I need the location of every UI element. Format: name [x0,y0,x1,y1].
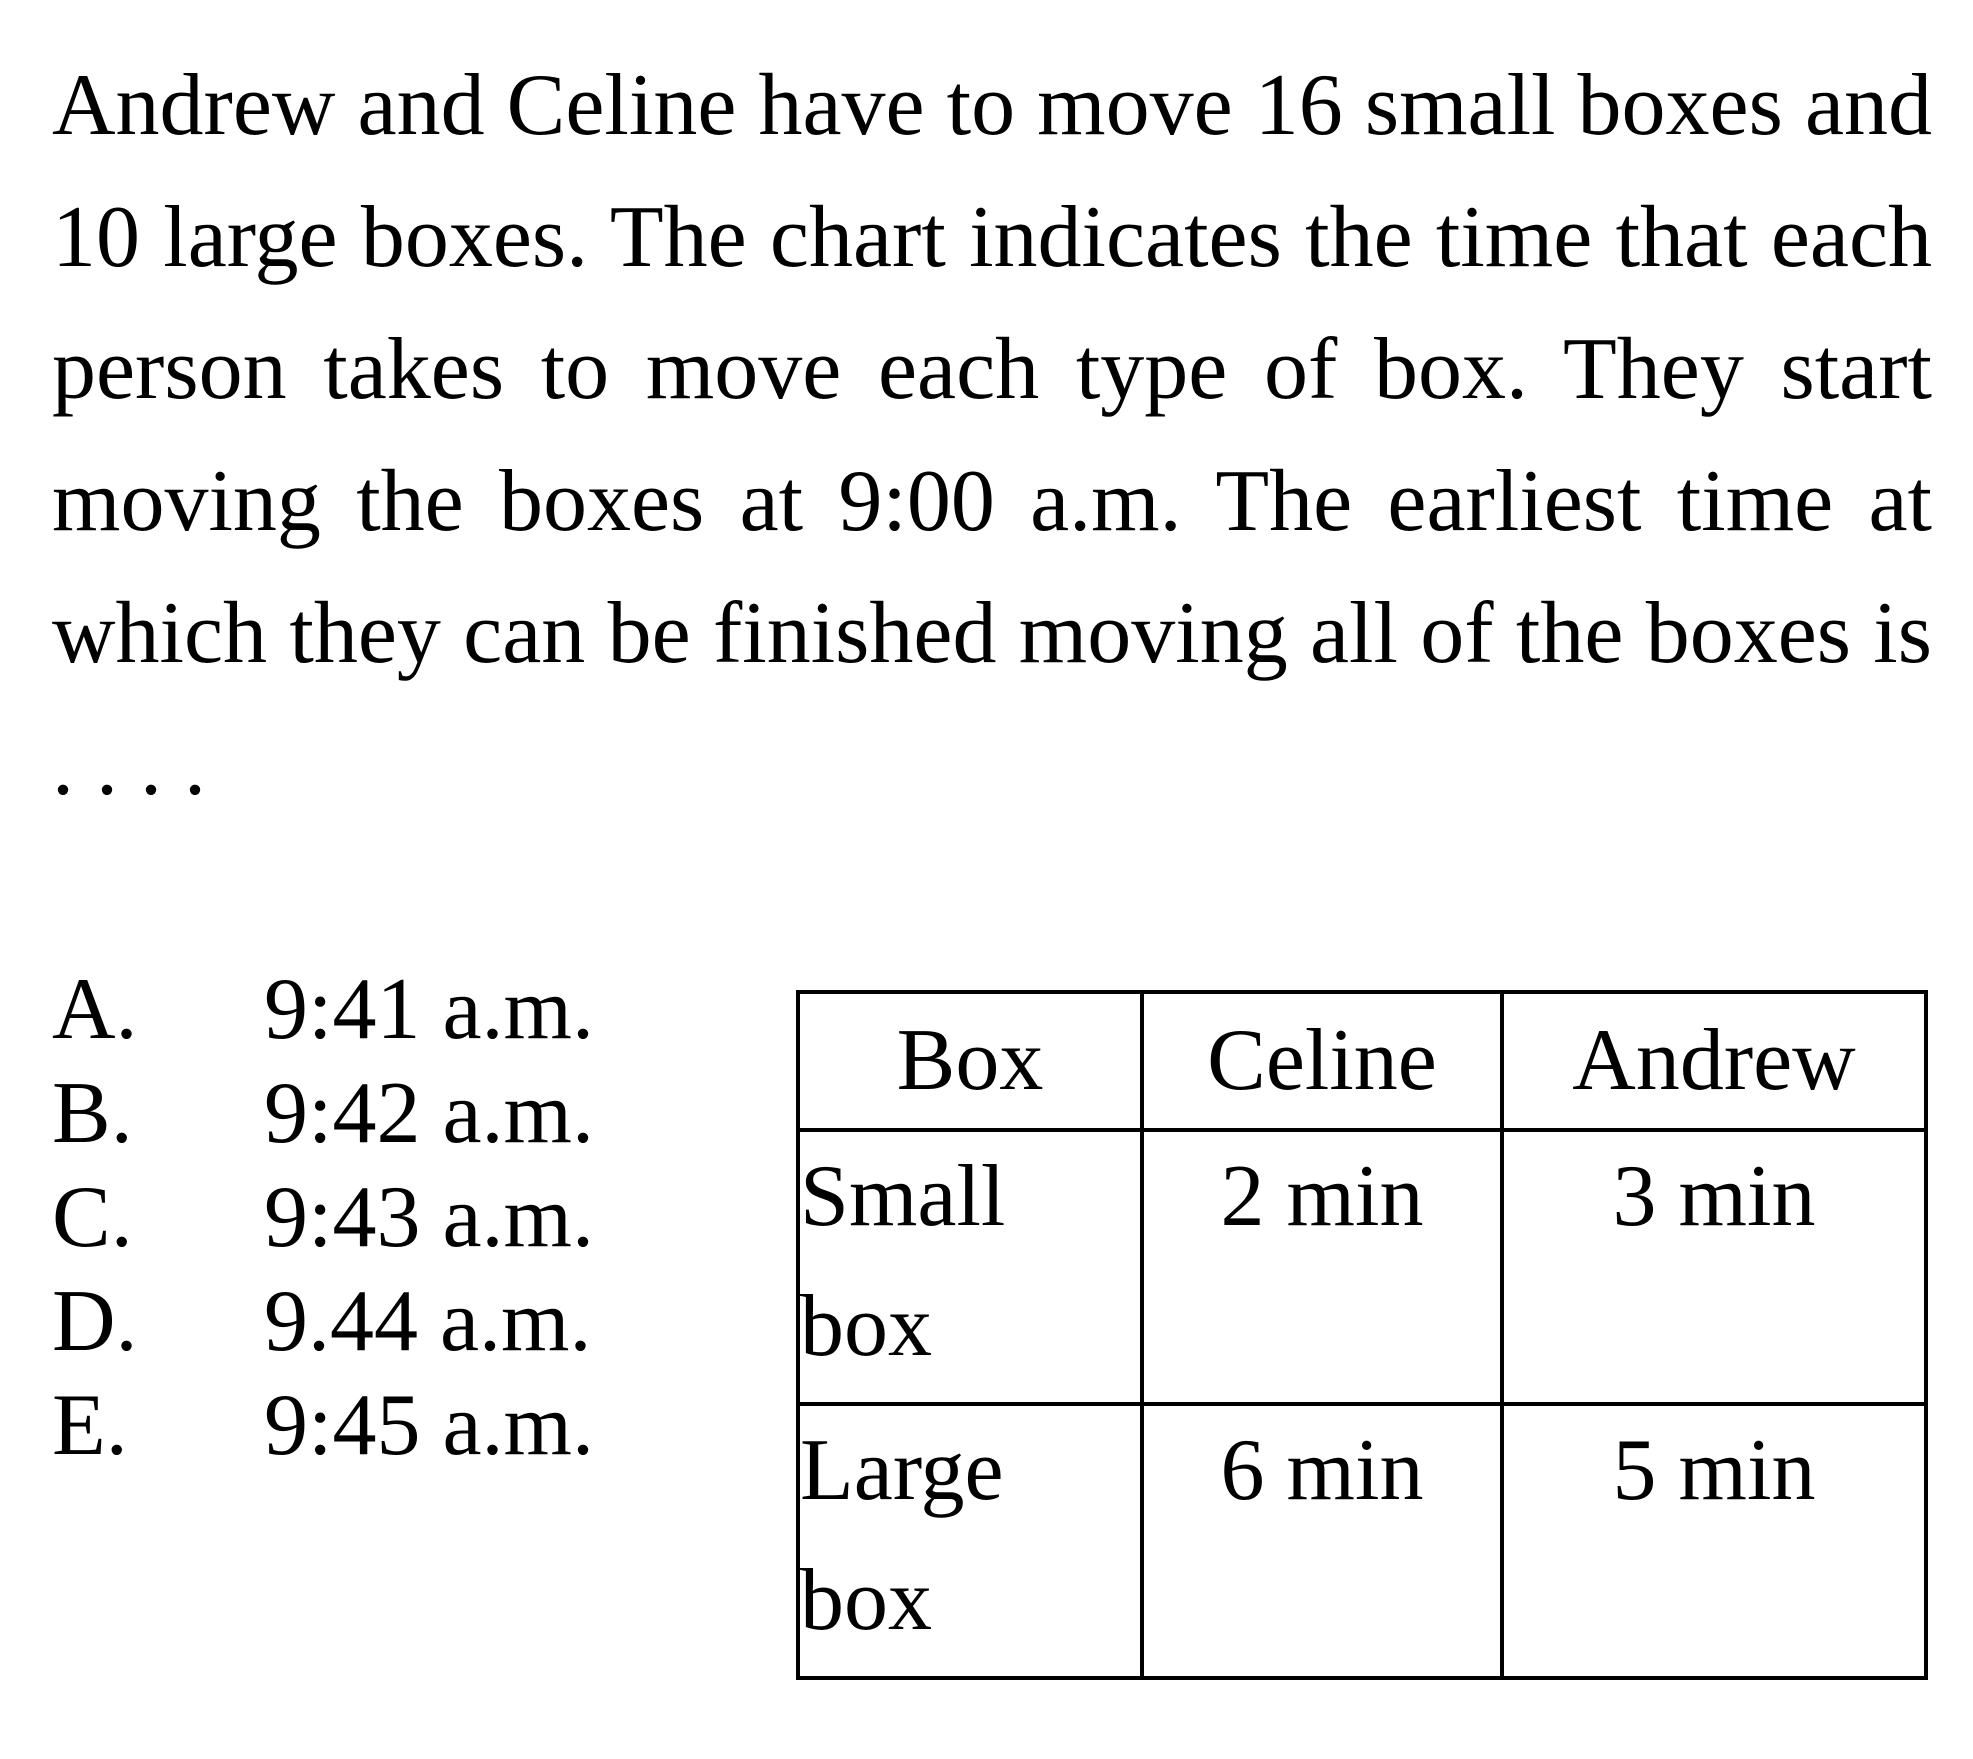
option-d[interactable]: D. 9.44 a.m. [52,1270,594,1374]
time-table-container: Box Celine Andrew Small box 2 min 3 min … [796,990,1928,1680]
table-header-row: Box Celine Andrew [796,990,1928,1132]
table-row: Small box 2 min 3 min [796,1128,1928,1406]
row-label-line: Large [800,1422,1004,1519]
row-label-small-box: Small box [796,1128,1144,1406]
option-text: 9:42 a.m. [264,1065,594,1162]
option-text: 9.44 a.m. [264,1273,592,1370]
table-row: Large box 6 min 5 min [796,1402,1928,1680]
option-text: 9:41 a.m. [264,961,594,1058]
header-celine: Celine [1140,990,1504,1132]
header-box: Box [796,990,1144,1132]
option-e[interactable]: E. 9:45 a.m. [52,1374,594,1478]
option-letter: E. [52,1377,128,1474]
option-a[interactable]: A. 9:41 a.m. [52,958,594,1062]
option-letter: B. [52,1065,133,1162]
header-andrew: Andrew [1500,990,1928,1132]
row-label-line: box [800,1278,932,1375]
answer-options: A. 9:41 a.m. B. 9:42 a.m. C. 9:43 a.m. D… [52,958,594,1478]
question-text: Andrew and Celine have to move 16 small … [52,57,1932,814]
cell-large-celine: 6 min [1140,1402,1504,1680]
option-c[interactable]: C. 9:43 a.m. [52,1166,594,1270]
time-table: Box Celine Andrew Small box 2 min 3 min … [796,990,1928,1680]
cell-small-celine: 2 min [1140,1128,1504,1406]
row-label-line: box [800,1552,932,1649]
option-b[interactable]: B. 9:42 a.m. [52,1062,594,1166]
cell-small-andrew: 3 min [1500,1128,1928,1406]
option-text: 9:45 a.m. [264,1377,594,1474]
option-letter: C. [52,1169,133,1266]
row-label-line: Small [800,1148,1006,1245]
option-text: 9:43 a.m. [264,1169,594,1266]
option-letter: D. [52,1273,138,1370]
cell-large-andrew: 5 min [1500,1402,1928,1680]
option-letter: A. [52,961,138,1058]
row-label-large-box: Large box [796,1402,1144,1680]
